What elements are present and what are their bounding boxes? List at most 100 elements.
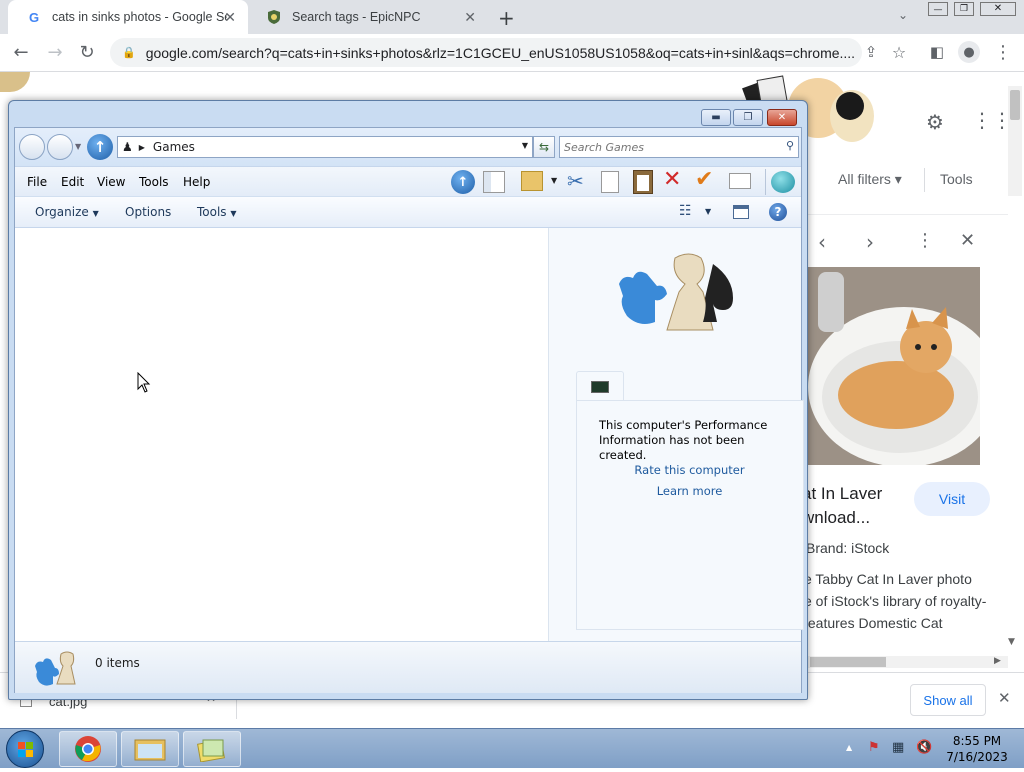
close-tab-icon[interactable]: ✕ [464, 9, 476, 26]
up-folder-icon[interactable]: ↑ [87, 134, 113, 160]
start-button[interactable] [6, 730, 44, 768]
result-title[interactable]: at In Laver wnload... [802, 482, 882, 530]
email-envelope-icon[interactable] [729, 173, 751, 189]
lock-icon: 🔒 [122, 47, 136, 59]
taskbar-explorer-button[interactable] [121, 731, 179, 767]
globe-icon[interactable] [771, 171, 795, 193]
breadcrumb-games[interactable]: Games [153, 140, 195, 154]
window-minimize-button[interactable]: ▬ [701, 109, 731, 126]
menu-file[interactable]: File [27, 175, 47, 189]
back-arrow-icon[interactable]: ← [6, 34, 36, 70]
scroll-right-arrow-icon[interactable]: ▶ [994, 656, 1001, 666]
search-games-input[interactable] [564, 138, 774, 156]
scroll-down-arrow-icon[interactable]: ▼ [1008, 637, 1015, 647]
cat-in-sink-image[interactable] [808, 267, 980, 465]
kebab-menu-icon[interactable]: ⋮ [988, 34, 1018, 70]
up-arrow-icon[interactable]: ↑ [451, 170, 475, 194]
share-icon[interactable]: ⇪ [856, 34, 886, 70]
divider [808, 214, 1008, 215]
delete-x-icon[interactable]: ✕ [663, 167, 681, 192]
reload-icon[interactable]: ↻ [72, 34, 102, 70]
breadcrumb-arrow-icon[interactable]: ▶ [139, 143, 145, 152]
tab-google-search[interactable]: G cats in sinks photos - Google Search ✕ [8, 0, 248, 34]
new-tab-button[interactable]: + [498, 6, 515, 30]
copy-icon[interactable] [601, 171, 619, 193]
menu-help[interactable]: Help [183, 175, 210, 189]
prev-image-icon[interactable]: ‹ [818, 230, 826, 254]
learn-more-link[interactable]: Learn more [577, 484, 802, 498]
more-options-icon[interactable]: ⋮ [916, 230, 934, 251]
system-clock[interactable]: 8:55 PM 7/16/2023 [944, 733, 1010, 765]
search-magnifier-icon[interactable]: ⚲ [786, 139, 794, 152]
close-download-bar-icon[interactable]: ✕ [998, 689, 1011, 707]
tools-button[interactable]: Tools [940, 171, 973, 187]
side-panel-icon[interactable]: ◧ [922, 34, 952, 70]
action-center-flag-icon[interactable]: ⚑ [868, 740, 880, 755]
explorer-command-bar: Organize ▼ Options Tools ▼ ☷ ▼ ? [15, 196, 801, 228]
folder-options-icon[interactable] [521, 171, 543, 191]
recent-pages-dropdown-icon[interactable]: ▼ [75, 142, 81, 151]
tab-search-icon[interactable]: ⌄ [898, 8, 908, 22]
address-dropdown-icon[interactable]: ▼ [522, 141, 528, 150]
bookmark-star-icon[interactable]: ☆ [884, 34, 914, 70]
all-filters-label: All filters [838, 171, 891, 187]
views-dropdown-icon[interactable]: ▼ [551, 176, 557, 185]
games-explorer-window[interactable]: ▬ ❐ ✕ ▼ ↑ ♟ ▶ Games ▼ ⇆ ⚲ File Edit Vie [8, 100, 808, 700]
preview-pane-icon[interactable] [733, 205, 749, 219]
performance-tab[interactable] [576, 371, 624, 401]
options-button[interactable]: Options [125, 205, 171, 219]
apps-grid-icon[interactable]: ⋮⋮ [972, 108, 1012, 132]
address-breadcrumb-box[interactable]: ♟ ▶ Games ▼ [117, 136, 533, 158]
network-icon[interactable]: ▦ [892, 740, 904, 755]
performance-message: This computer's Performance Information … [599, 418, 768, 462]
result-title-line: at In Laver [802, 484, 883, 503]
close-preview-icon[interactable]: ✕ [960, 230, 975, 251]
help-icon[interactable]: ? [769, 203, 787, 221]
cut-scissors-icon[interactable]: ✂ [567, 169, 584, 193]
organize-button[interactable]: Organize ▼ [35, 205, 99, 219]
all-filters-button[interactable]: All filters ▾ [838, 171, 902, 188]
divider [765, 169, 766, 195]
views-icon[interactable]: ☷ [679, 203, 692, 219]
tools-command-button[interactable]: Tools ▼ [197, 205, 237, 219]
profile-avatar-icon[interactable]: ● [958, 41, 980, 63]
close-tab-icon[interactable]: ✕ [224, 9, 236, 26]
views-dropdown-icon[interactable]: ▼ [705, 207, 711, 216]
menu-view[interactable]: View [97, 175, 125, 189]
checkmark-icon[interactable]: ✔ [695, 167, 713, 192]
back-button[interactable] [19, 134, 45, 160]
show-all-button[interactable]: Show all [910, 684, 986, 716]
paste-clipboard-icon[interactable] [633, 170, 653, 194]
clock-date: 7/16/2023 [946, 750, 1008, 764]
menu-tools[interactable]: Tools [139, 175, 169, 189]
forward-button[interactable] [47, 134, 73, 160]
forward-arrow-icon[interactable]: → [40, 34, 70, 70]
maximize-button[interactable]: ❐ [954, 2, 974, 16]
show-hidden-icons-icon[interactable]: ▲ [846, 743, 852, 752]
taskbar-games-button[interactable] [183, 731, 241, 767]
folders-pane-icon[interactable] [483, 171, 505, 193]
settings-gear-icon[interactable]: ⚙ [926, 110, 944, 134]
next-image-icon[interactable]: › [866, 230, 874, 254]
games-content-area[interactable] [15, 228, 548, 641]
rate-this-computer-link[interactable]: Rate this computer [577, 463, 802, 477]
close-window-button[interactable]: ✕ [980, 2, 1016, 16]
search-games-box[interactable]: ⚲ [559, 136, 799, 158]
horizontal-scrollbar[interactable] [808, 656, 1008, 668]
minimize-button[interactable]: — [928, 2, 948, 16]
taskbar-chrome-button[interactable] [59, 731, 117, 767]
scrollbar-track[interactable] [1008, 86, 1022, 196]
window-close-button[interactable]: ✕ [767, 109, 797, 126]
address-bar[interactable]: 🔒 google.com/search?q=cats+in+sinks+phot… [110, 38, 862, 67]
tab-epicnpc[interactable]: Search tags - EpicNPC ✕ [248, 0, 488, 34]
organize-label: Organize [35, 205, 89, 219]
divider [924, 168, 925, 192]
window-maximize-button[interactable]: ❐ [733, 109, 763, 126]
volume-muted-icon[interactable]: 🔇 [916, 740, 932, 755]
refresh-icon[interactable]: ⇆ [533, 136, 555, 158]
visit-button[interactable]: Visit [914, 482, 990, 516]
menu-edit[interactable]: Edit [61, 175, 84, 189]
windows-taskbar: ▲ ⚑ ▦ 🔇 8:55 PM 7/16/2023 [0, 728, 1024, 768]
item-count: 0 items [95, 656, 140, 670]
mouse-cursor-icon [137, 371, 151, 397]
